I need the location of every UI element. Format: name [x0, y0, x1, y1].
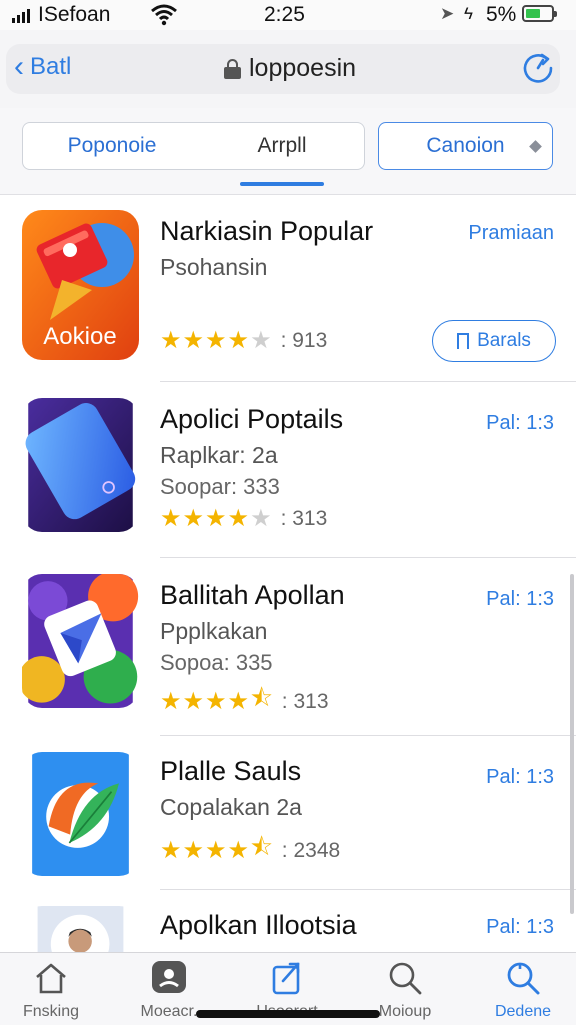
- segment-bar: Poponoie Arrpll Canoion: [0, 108, 576, 195]
- app-title[interactable]: Apolkan Illootsia: [160, 910, 357, 941]
- get-button-label: Barals: [477, 330, 531, 351]
- chevron-left-icon: ‹: [14, 50, 24, 83]
- signal-icon: [12, 9, 30, 23]
- app-row[interactable]: Aokioe Narkiasin Popular Psohansin Prami…: [0, 194, 576, 382]
- star-icon: ★: [227, 327, 250, 354]
- star-icon: ★: [205, 327, 227, 354]
- home-indicator[interactable]: [196, 1010, 380, 1018]
- tab-label: Moeacr.: [140, 1003, 198, 1020]
- svg-text:Aokioe: Aokioe: [43, 323, 116, 350]
- status-bar: ISefoan 2:25 ➤ ϟ 5%: [0, 0, 576, 30]
- tab-label: Dedene: [494, 1003, 552, 1020]
- chat-icon: [152, 961, 186, 993]
- app-meta: Sopoa: 335: [160, 650, 273, 675]
- tab-label: Moioup: [378, 1003, 432, 1020]
- star-icon: ★: [182, 505, 205, 532]
- reload-icon[interactable]: [520, 50, 556, 86]
- app-price: Pal: 1:3: [486, 588, 554, 610]
- star-icon: ★: [205, 505, 227, 532]
- star-icon: ★: [227, 505, 250, 532]
- clock: 2:25: [264, 3, 305, 26]
- share-icon: [272, 962, 300, 995]
- star-rating: ★ ★ ★ ★ ⯪: 2348: [160, 830, 340, 871]
- blue-phone-icon: [25, 398, 136, 532]
- back-button[interactable]: ‹ Batl: [14, 52, 71, 82]
- active-tab-indicator: [240, 182, 324, 186]
- star-icon: ★: [160, 837, 182, 864]
- segment-apps[interactable]: Arrpll: [200, 122, 365, 170]
- bolt-icon: ϟ: [464, 4, 473, 23]
- back-label: Batl: [30, 53, 72, 80]
- star-icon: ★: [205, 688, 227, 715]
- bookmark-icon: [457, 333, 470, 349]
- scroll-indicator[interactable]: [570, 574, 574, 914]
- url-text: loppoesin: [249, 54, 357, 82]
- leaf-swoosh-icon: [32, 752, 129, 876]
- star-icon: ⯪: [250, 685, 273, 712]
- star-icon: ★: [160, 505, 182, 532]
- segment-category[interactable]: Canoion: [378, 122, 553, 170]
- red-book-icon: Aokioe: [22, 210, 139, 360]
- star-rating: ★ ★ ★ ★ ★: 313: [160, 504, 327, 533]
- person-avatar-icon: [37, 906, 124, 954]
- app-subtitle: Psohansin: [160, 254, 268, 280]
- app-list: Aokioe Narkiasin Popular Psohansin Prami…: [0, 194, 576, 954]
- app-price: Pramiaan: [468, 222, 554, 244]
- browser-navbar: ‹ Batl loppoesin: [0, 30, 576, 109]
- star-icon: ★: [182, 327, 205, 354]
- location-icon: ➤: [440, 4, 455, 23]
- app-title[interactable]: Apolici Poptails: [160, 404, 343, 435]
- battery-icon: [522, 5, 557, 22]
- segment-popular[interactable]: Poponoie: [22, 122, 202, 170]
- app-price: Pal: 1:3: [486, 766, 554, 788]
- app-price: Pal: 1:3: [486, 412, 554, 434]
- rating-count: : 2348: [281, 838, 341, 862]
- star-icon: ★: [205, 837, 227, 864]
- star-icon: ★: [160, 327, 182, 354]
- tab-search-active[interactable]: Dedene: [468, 959, 576, 1021]
- app-row[interactable]: Apolkan Illootsia Pal: 1:3: [0, 890, 576, 954]
- battery-percent: 5%: [486, 3, 517, 26]
- rating-count: : 913: [280, 328, 328, 352]
- get-button[interactable]: Barals: [432, 320, 556, 362]
- app-row[interactable]: Apolici Poptails Raplkar: 2a Soopar: 333…: [0, 382, 576, 558]
- search-icon: [389, 962, 422, 995]
- app-title[interactable]: Ballitah Apollan: [160, 580, 345, 611]
- app-row[interactable]: Ballitah Apollan Ppplkakan Sopoa: 335 Pa…: [0, 558, 576, 736]
- tab-label: Fnsking: [22, 1003, 80, 1020]
- star-icon: ★: [160, 688, 182, 715]
- wifi-icon: [151, 4, 177, 26]
- star-icon: ★: [227, 688, 250, 715]
- star-icon: ★: [182, 688, 205, 715]
- rating-count: : 313: [280, 506, 328, 530]
- app-title[interactable]: Plalle Sauls: [160, 756, 301, 787]
- star-icon: ★: [182, 837, 205, 864]
- app-row[interactable]: Plalle Sauls Copalakan 2a Pal: 1:3 ★ ★ ★ ★ ⯪…: [0, 736, 576, 890]
- search-icon: [507, 962, 540, 995]
- app-title[interactable]: Narkiasin Popular: [160, 216, 373, 247]
- paper-plane-icon: [22, 574, 139, 708]
- app-meta: Soopar: 333: [160, 474, 280, 499]
- app-subtitle: Copalakan 2a: [160, 794, 302, 820]
- star-icon: ★: [250, 505, 272, 532]
- app-price: Pal: 1:3: [486, 916, 554, 938]
- carrier-label: ISefoan: [38, 3, 111, 26]
- segment-category-label: Canoion: [426, 134, 505, 157]
- rating-count: : 313: [281, 689, 329, 713]
- app-subtitle: Raplkar: 2a: [160, 442, 278, 468]
- star-icon: ★: [250, 327, 272, 354]
- tab-home[interactable]: Fnsking: [0, 959, 106, 1021]
- diamond-icon: [529, 140, 542, 153]
- app-subtitle: Ppplkakan: [160, 618, 268, 644]
- home-icon: [36, 963, 66, 994]
- star-icon: ★: [227, 837, 250, 864]
- lock-icon: [224, 58, 241, 79]
- star-rating: ★ ★ ★ ★ ⯪: 313: [160, 681, 329, 722]
- star-rating: ★ ★ ★ ★ ★: 913: [160, 326, 327, 355]
- url-display[interactable]: loppoesin: [224, 54, 356, 83]
- star-icon: ⯪: [250, 834, 273, 861]
